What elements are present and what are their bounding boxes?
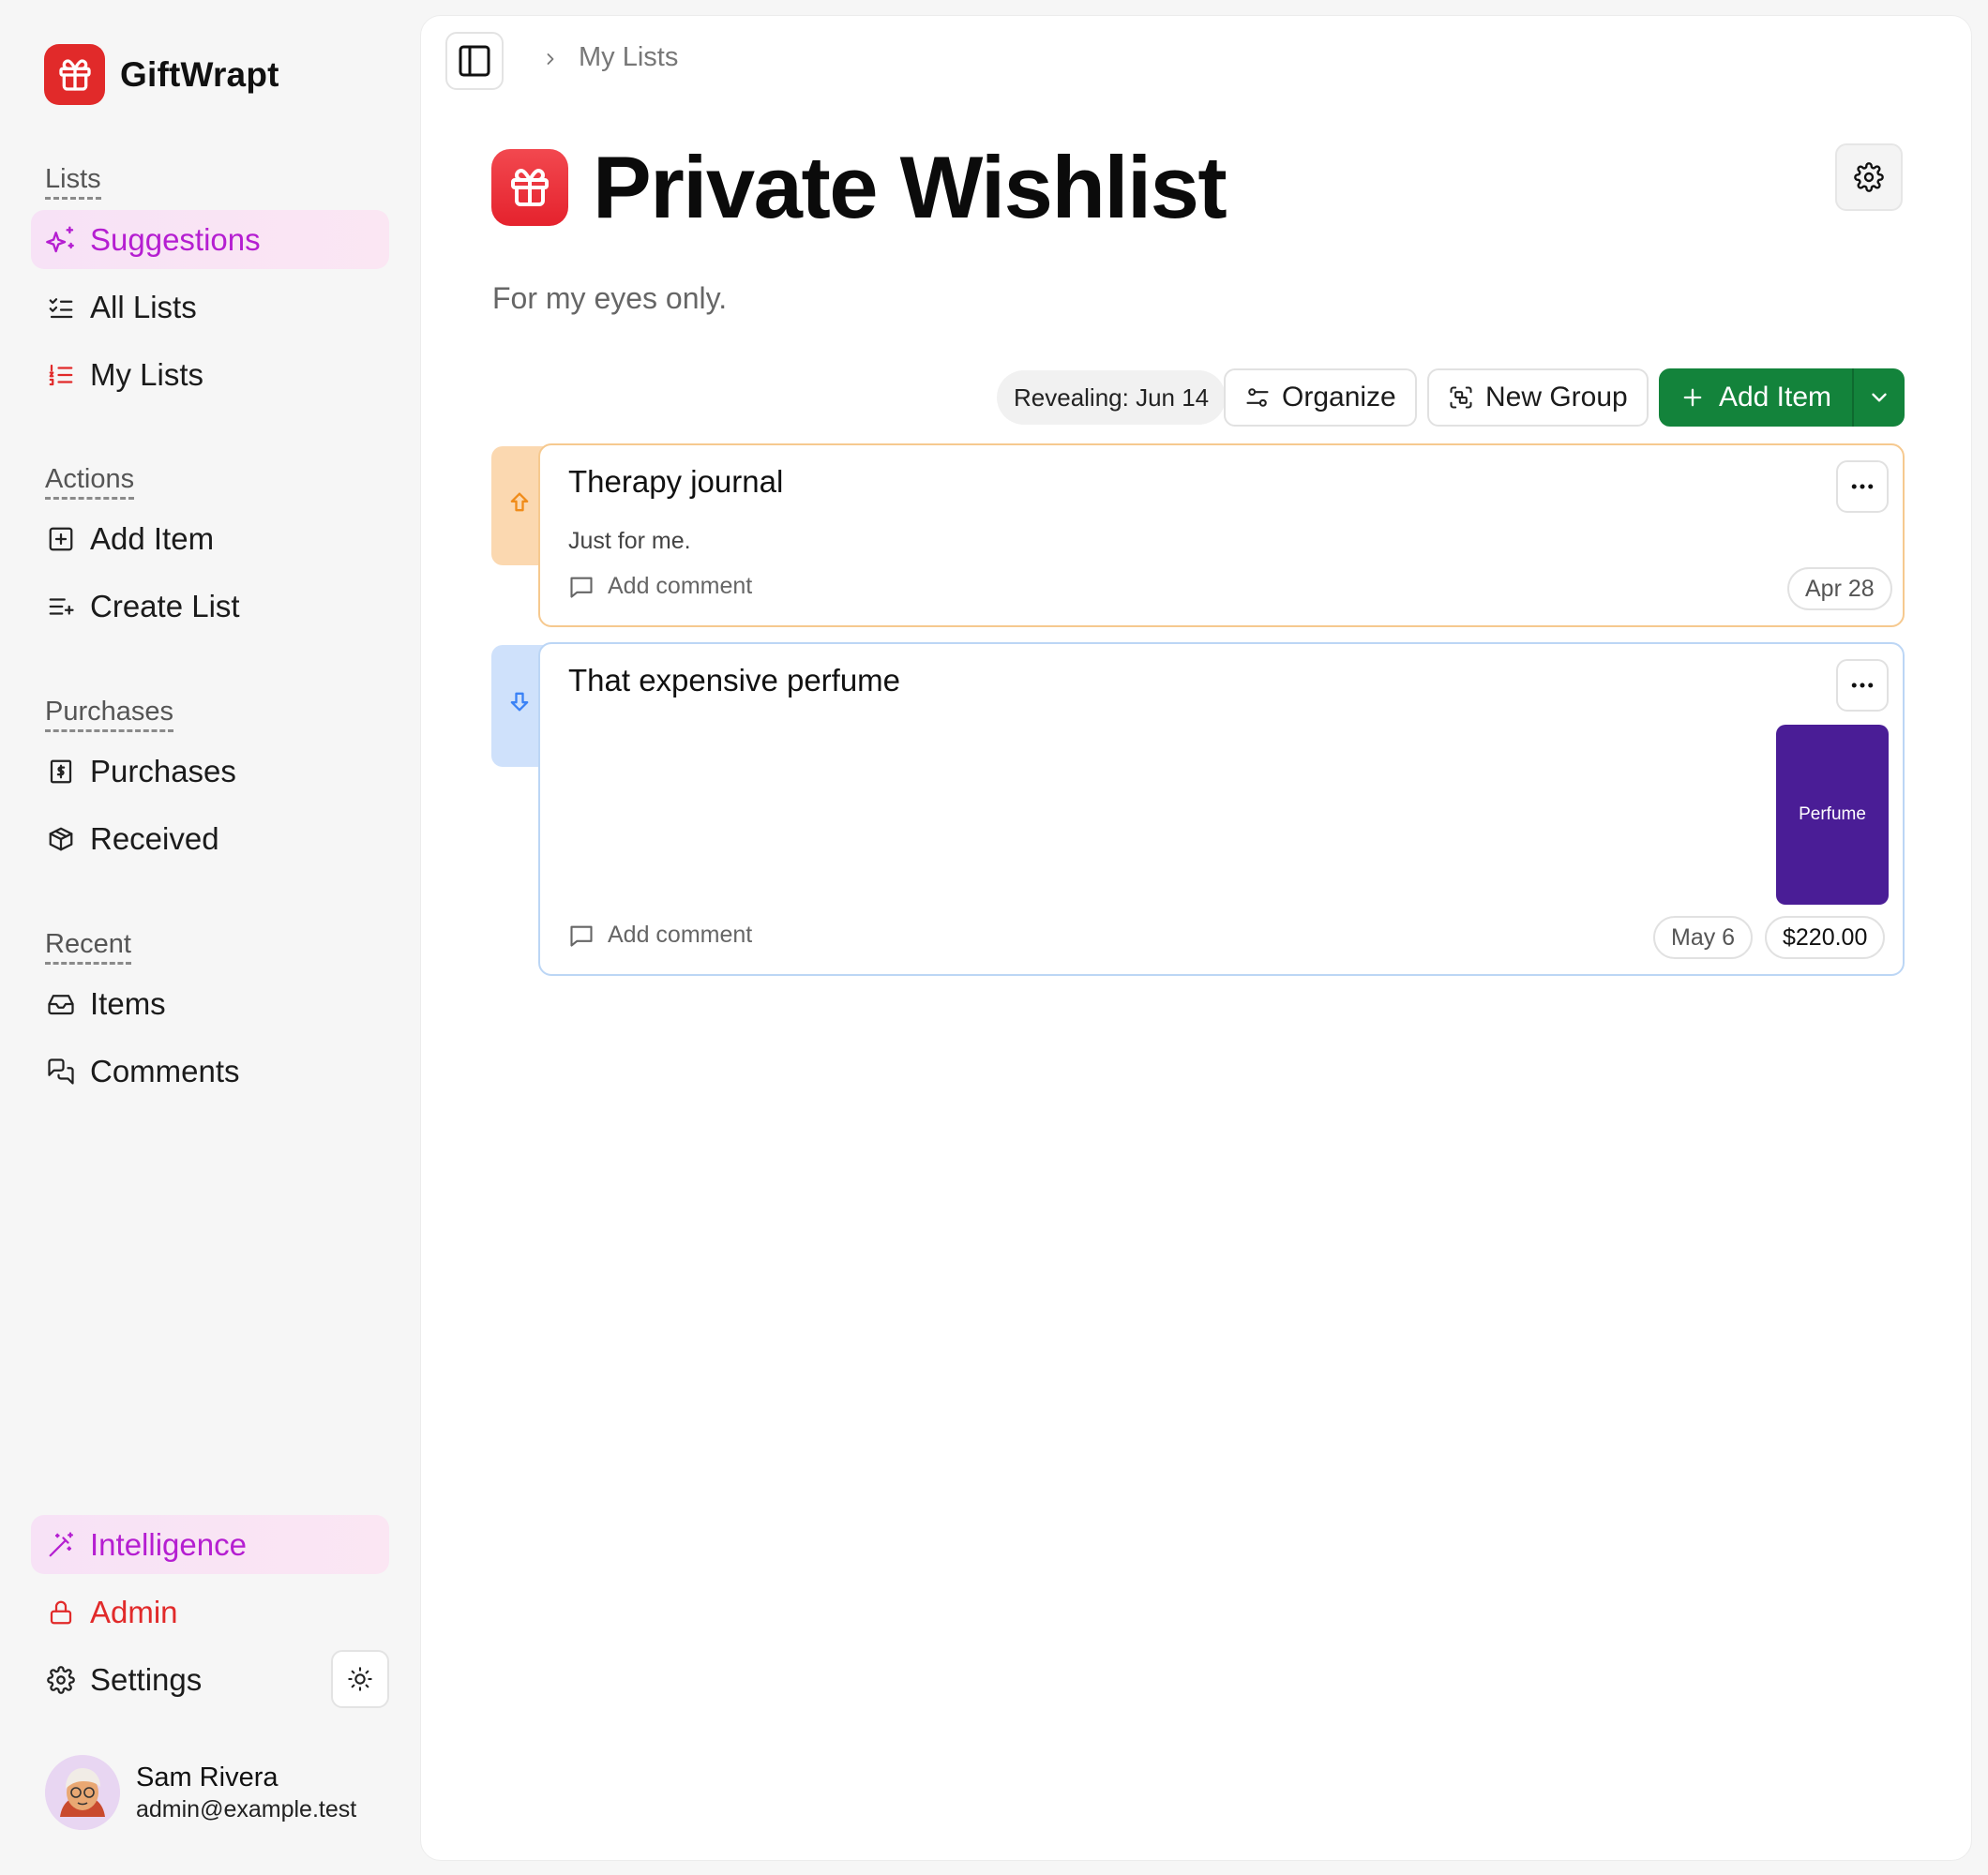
section-title-lists: Lists bbox=[45, 163, 101, 200]
gift-icon bbox=[491, 149, 568, 226]
sidebar: GiftWrapt Lists Suggestions All Lists My… bbox=[0, 0, 419, 1875]
page-title: Private Wishlist bbox=[593, 138, 1227, 236]
sidebar-item-my-lists[interactable]: My Lists bbox=[31, 345, 389, 404]
chevron-down-icon bbox=[1867, 385, 1891, 410]
sidebar-item-label: My Lists bbox=[90, 356, 204, 392]
item-title[interactable]: Therapy journal bbox=[568, 464, 783, 500]
user-email: admin@example.test bbox=[136, 1796, 357, 1822]
sidebar-item-label: Add Item bbox=[90, 520, 215, 556]
magic-wand-icon bbox=[45, 1529, 77, 1561]
panel-left-icon bbox=[456, 42, 493, 80]
item-image-label: Perfume bbox=[1799, 804, 1866, 824]
add-comment-label: Add comment bbox=[608, 922, 753, 948]
add-item-split-button: Add Item bbox=[1659, 368, 1905, 427]
item-date-badge: Apr 28 bbox=[1787, 567, 1892, 610]
add-item-button[interactable]: Add Item bbox=[1659, 368, 1852, 427]
item-price-badge: $220.00 bbox=[1765, 916, 1886, 959]
more-horizontal-icon bbox=[1848, 472, 1876, 501]
item-card[interactable]: Therapy journal Just for me. Add comment… bbox=[538, 443, 1905, 627]
sidebar-item-label: Received bbox=[90, 820, 219, 856]
sidebar-item-label: Intelligence bbox=[90, 1526, 247, 1562]
add-comment-label: Add comment bbox=[608, 573, 753, 599]
reveal-date-badge: Revealing: Jun 14 bbox=[997, 370, 1227, 425]
main-panel: My Lists Private Wishlist For my eyes on… bbox=[420, 15, 1972, 1861]
comment-icon bbox=[568, 574, 595, 600]
arrow-down-icon bbox=[506, 688, 533, 767]
sidebar-item-purchases[interactable]: Purchases bbox=[31, 742, 389, 801]
chevron-right-icon bbox=[541, 46, 560, 75]
sidebar-item-create-list[interactable]: Create List bbox=[31, 577, 389, 636]
sidebar-item-label: Items bbox=[90, 985, 166, 1021]
app-root: GiftWrapt Lists Suggestions All Lists My… bbox=[0, 0, 1988, 1875]
list-ordered-icon bbox=[45, 359, 77, 391]
list-settings-button[interactable] bbox=[1835, 143, 1903, 211]
sidebar-item-intelligence[interactable]: Intelligence bbox=[31, 1515, 389, 1574]
sidebar-item-received[interactable]: Received bbox=[31, 809, 389, 868]
sidebar-item-items[interactable]: Items bbox=[31, 974, 389, 1033]
gear-icon bbox=[45, 1664, 77, 1696]
organize-button[interactable]: Organize bbox=[1224, 368, 1417, 427]
messages-icon bbox=[45, 1056, 77, 1088]
receipt-dollar-icon bbox=[45, 756, 77, 788]
group-frame-icon bbox=[1448, 384, 1474, 411]
breadcrumb-current[interactable]: My Lists bbox=[579, 42, 678, 73]
avatar bbox=[45, 1755, 120, 1830]
new-group-button[interactable]: New Group bbox=[1427, 368, 1649, 427]
theme-toggle-button[interactable] bbox=[331, 1650, 389, 1708]
add-comment-link[interactable]: Add comment bbox=[568, 573, 752, 600]
gift-icon bbox=[44, 44, 105, 105]
package-icon bbox=[45, 823, 77, 855]
list-checks-icon bbox=[45, 292, 77, 323]
plus-icon bbox=[1679, 384, 1706, 411]
add-item-menu-button[interactable] bbox=[1852, 368, 1905, 427]
item-image[interactable]: Perfume bbox=[1776, 725, 1889, 905]
comment-icon bbox=[568, 922, 595, 949]
list-plus-icon bbox=[45, 591, 77, 622]
section-title-purchases: Purchases bbox=[45, 696, 174, 732]
list-description: For my eyes only. bbox=[492, 281, 728, 315]
item-date-badge: May 6 bbox=[1653, 916, 1754, 959]
sidebar-item-label: Suggestions bbox=[90, 221, 261, 257]
item-notes: Just for me. bbox=[568, 528, 691, 554]
sidebar-item-label: Comments bbox=[90, 1053, 240, 1088]
add-item-label: Add Item bbox=[1718, 382, 1832, 412]
item-title[interactable]: That expensive perfume bbox=[568, 663, 900, 698]
sidebar-item-suggestions[interactable]: Suggestions bbox=[31, 210, 389, 269]
new-group-label: New Group bbox=[1485, 382, 1628, 412]
sun-icon bbox=[347, 1666, 373, 1692]
sidebar-item-settings[interactable]: Settings bbox=[31, 1650, 312, 1709]
sidebar-item-label: Settings bbox=[90, 1661, 203, 1697]
inbox-icon bbox=[45, 988, 77, 1020]
sparkles-icon bbox=[45, 224, 77, 256]
sliders-icon bbox=[1244, 384, 1271, 411]
sidebar-item-label: Admin bbox=[90, 1594, 178, 1629]
gear-icon bbox=[1854, 162, 1884, 192]
item-card[interactable]: That expensive perfume Perfume Add comme… bbox=[538, 642, 1905, 976]
item-menu-button[interactable] bbox=[1836, 460, 1889, 513]
sidebar-item-label: Purchases bbox=[90, 753, 236, 788]
item-menu-button[interactable] bbox=[1836, 659, 1889, 712]
sidebar-item-label: Create List bbox=[90, 588, 240, 623]
plus-square-icon bbox=[45, 523, 77, 555]
sidebar-toggle-button[interactable] bbox=[445, 32, 504, 90]
brand[interactable]: GiftWrapt bbox=[44, 44, 279, 105]
organize-label: Organize bbox=[1282, 382, 1396, 412]
sidebar-item-admin[interactable]: Admin bbox=[31, 1582, 389, 1642]
arrow-up-icon bbox=[506, 489, 533, 565]
sidebar-item-add-item[interactable]: Add Item bbox=[31, 509, 389, 568]
user-profile[interactable]: Sam Rivera admin@example.test bbox=[45, 1755, 356, 1830]
section-title-recent: Recent bbox=[45, 928, 131, 965]
more-horizontal-icon bbox=[1848, 671, 1876, 699]
sidebar-item-label: All Lists bbox=[90, 289, 197, 324]
user-name: Sam Rivera bbox=[136, 1762, 279, 1792]
brand-name: GiftWrapt bbox=[120, 54, 279, 94]
section-title-actions: Actions bbox=[45, 463, 135, 500]
lock-icon bbox=[45, 1597, 77, 1628]
sidebar-item-comments[interactable]: Comments bbox=[31, 1042, 389, 1101]
add-comment-link[interactable]: Add comment bbox=[568, 922, 752, 949]
page-header: Private Wishlist bbox=[491, 136, 1227, 239]
sidebar-item-all-lists[interactable]: All Lists bbox=[31, 278, 389, 337]
